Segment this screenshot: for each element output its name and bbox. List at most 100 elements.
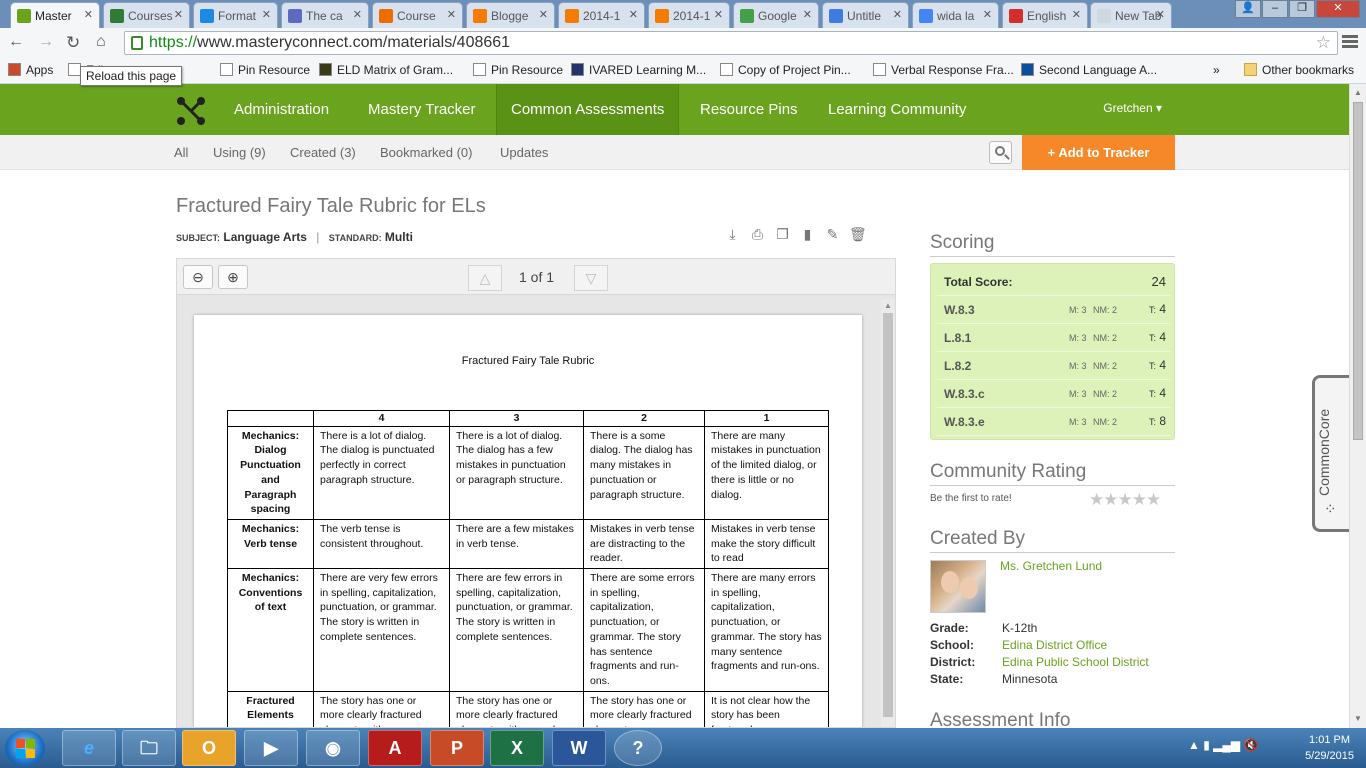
browser-tab[interactable]: Google ✕ (733, 2, 819, 28)
bookmark-item[interactable]: Second Language A... (1021, 63, 1157, 77)
internet-explorer-icon[interactable]: e (62, 730, 116, 766)
tab-close-icon[interactable]: ✕ (1156, 8, 1165, 21)
standard-code-link[interactable]: W.8.3 (944, 303, 975, 317)
tab-close-icon[interactable]: ✕ (447, 8, 456, 21)
back-icon[interactable]: ← (8, 33, 24, 51)
trash-icon[interactable]: 🗑 (849, 226, 867, 243)
commoncore-side-tab[interactable]: CommonCore ⁘ (1312, 375, 1349, 532)
forward-icon[interactable]: → (38, 33, 54, 51)
address-bar[interactable]: https://www.masteryconnect.com/materials… (124, 31, 1338, 55)
tab-close-icon[interactable]: ✕ (353, 8, 362, 21)
browser-tab[interactable]: Master ✕ (10, 2, 100, 28)
prev-page-button[interactable]: △ (468, 265, 502, 291)
viewer-scroll-thumb[interactable] (883, 313, 893, 717)
edit-icon[interactable]: ✎ (824, 226, 841, 243)
other-bookmarks[interactable]: Other bookmarks (1244, 63, 1354, 77)
acrobat-icon[interactable]: A (368, 730, 422, 766)
bookmark-item[interactable]: ELD Matrix of Gram... (319, 63, 453, 77)
bookmark-item[interactable]: Apps (8, 63, 53, 77)
standard-code-link[interactable]: L.8.2 (944, 359, 971, 373)
bookmark-item[interactable]: Pin Resource (220, 63, 310, 77)
media-player-icon[interactable]: ▶ (244, 730, 298, 766)
reload-icon[interactable]: ↻ (66, 33, 80, 53)
browser-tab[interactable]: The ca ✕ (281, 2, 369, 28)
help-icon[interactable]: ? (614, 730, 662, 766)
district-link[interactable]: Edina Public School District (1002, 655, 1149, 669)
tab-close-icon[interactable]: ✕ (983, 8, 992, 21)
bookmarks-overflow[interactable]: » (1213, 63, 1220, 77)
home-icon[interactable]: ⌂ (96, 33, 106, 51)
page-scroll-down-icon[interactable]: ▼ (1354, 714, 1362, 723)
start-button-icon[interactable] (5, 730, 45, 766)
next-page-button[interactable]: ▽ (574, 265, 608, 291)
powerpoint-icon[interactable]: P (430, 730, 484, 766)
tab-close-icon[interactable]: ✕ (629, 8, 638, 21)
user-icon[interactable]: 👤 (1235, 0, 1261, 18)
bookmark-item[interactable]: Copy of Project Pin... (720, 63, 851, 77)
tab-close-icon[interactable]: ✕ (714, 8, 723, 21)
minimize-button[interactable]: – (1262, 0, 1288, 18)
zoom-out-button[interactable]: ⊖ (183, 265, 213, 289)
subnav-item[interactable]: All (174, 145, 188, 160)
browser-menu-icon[interactable] (1342, 35, 1358, 50)
tab-close-icon[interactable]: ✕ (1072, 8, 1081, 21)
bookmark-star-icon[interactable]: ☆ (1316, 33, 1331, 53)
browser-tab[interactable]: English ✕ (1002, 2, 1088, 28)
nav-item[interactable]: Administration (220, 84, 343, 135)
nav-item[interactable]: Mastery Tracker (354, 84, 490, 135)
maximize-button[interactable]: ❐ (1289, 0, 1315, 18)
browser-tab[interactable]: Courses ✕ (103, 2, 190, 28)
school-link[interactable]: Edina District Office (1002, 638, 1107, 652)
tab-close-icon[interactable]: ✕ (803, 8, 812, 21)
page-scroll-thumb[interactable] (1353, 102, 1363, 440)
masteryconnect-logo-icon[interactable] (176, 96, 206, 126)
tab-close-icon[interactable]: ✕ (262, 8, 271, 21)
word-icon[interactable]: W (552, 730, 606, 766)
print-icon[interactable]: ⎙ (749, 226, 766, 243)
tab-close-icon[interactable]: ✕ (174, 8, 183, 21)
user-menu[interactable]: Gretchen ▾ (1103, 101, 1162, 115)
tab-close-icon[interactable]: ✕ (84, 8, 93, 21)
browser-tab[interactable]: wida la ✕ (912, 2, 999, 28)
bookmark-item[interactable]: Pin Resource (473, 63, 563, 77)
browser-tab[interactable]: Course ✕ (372, 2, 463, 28)
tab-close-icon[interactable]: ✕ (893, 8, 902, 21)
scroll-up-icon[interactable]: ▲ (884, 301, 892, 310)
add-to-tracker-button[interactable]: + Add to Tracker (1022, 135, 1175, 170)
outlook-icon[interactable]: O (182, 730, 236, 766)
standard-code-link[interactable]: W.8.3.e (944, 415, 985, 429)
creator-name-link[interactable]: Ms. Gretchen Lund (1000, 559, 1102, 573)
subnav-item[interactable]: Using (9) (213, 145, 266, 160)
tab-close-icon[interactable]: ✕ (539, 8, 548, 21)
nav-item[interactable]: Common Assessments (496, 84, 680, 135)
viewer-scrollbar[interactable]: ▲ (881, 299, 895, 727)
close-window-button[interactable]: ✕ (1316, 0, 1360, 18)
nav-item[interactable]: Learning Community (814, 84, 980, 135)
browser-tab[interactable]: 2014-1 ✕ (558, 2, 645, 28)
page-scroll-up-icon[interactable]: ▲ (1354, 88, 1362, 97)
subnav-item[interactable]: Bookmarked (0) (380, 145, 472, 160)
chrome-icon[interactable]: ◉ (306, 730, 360, 766)
system-tray-icons[interactable]: ▲ ▮ ▂▄▆ 🔇 (1188, 738, 1258, 752)
file-explorer-icon[interactable]: 🗀 (122, 730, 176, 766)
browser-tab[interactable]: Untitle ✕ (822, 2, 909, 28)
bookmark-item[interactable]: IVARED Learning M... (571, 63, 706, 77)
search-icon[interactable] (989, 141, 1012, 164)
clock[interactable]: 1:01 PM 5/29/2015 (1305, 732, 1354, 764)
bookmark-icon[interactable]: ▮ (799, 226, 816, 243)
browser-tab[interactable]: Blogge ✕ (466, 2, 555, 28)
browser-tab[interactable]: 2014-1 ✕ (648, 2, 730, 28)
subnav-item[interactable]: Created (3) (290, 145, 356, 160)
download-icon[interactable]: ⤓ (724, 226, 741, 243)
subnav-item[interactable]: Updates (500, 145, 548, 160)
standard-code-link[interactable]: L.8.1 (944, 331, 971, 345)
nav-item[interactable]: Resource Pins (686, 84, 812, 135)
browser-tab[interactable]: New Tab ✕ (1090, 2, 1172, 28)
bookmark-item[interactable]: Verbal Response Fra... (873, 63, 1014, 77)
rating-stars-icon[interactable]: ★★★★★ (1089, 490, 1161, 510)
page-scrollbar[interactable]: ▲ ▼ (1349, 84, 1366, 728)
excel-icon[interactable]: X (490, 730, 544, 766)
copy-icon[interactable]: ❐ (774, 226, 791, 243)
zoom-in-button[interactable]: ⊕ (218, 265, 248, 289)
browser-tab[interactable]: Format ✕ (193, 2, 278, 28)
